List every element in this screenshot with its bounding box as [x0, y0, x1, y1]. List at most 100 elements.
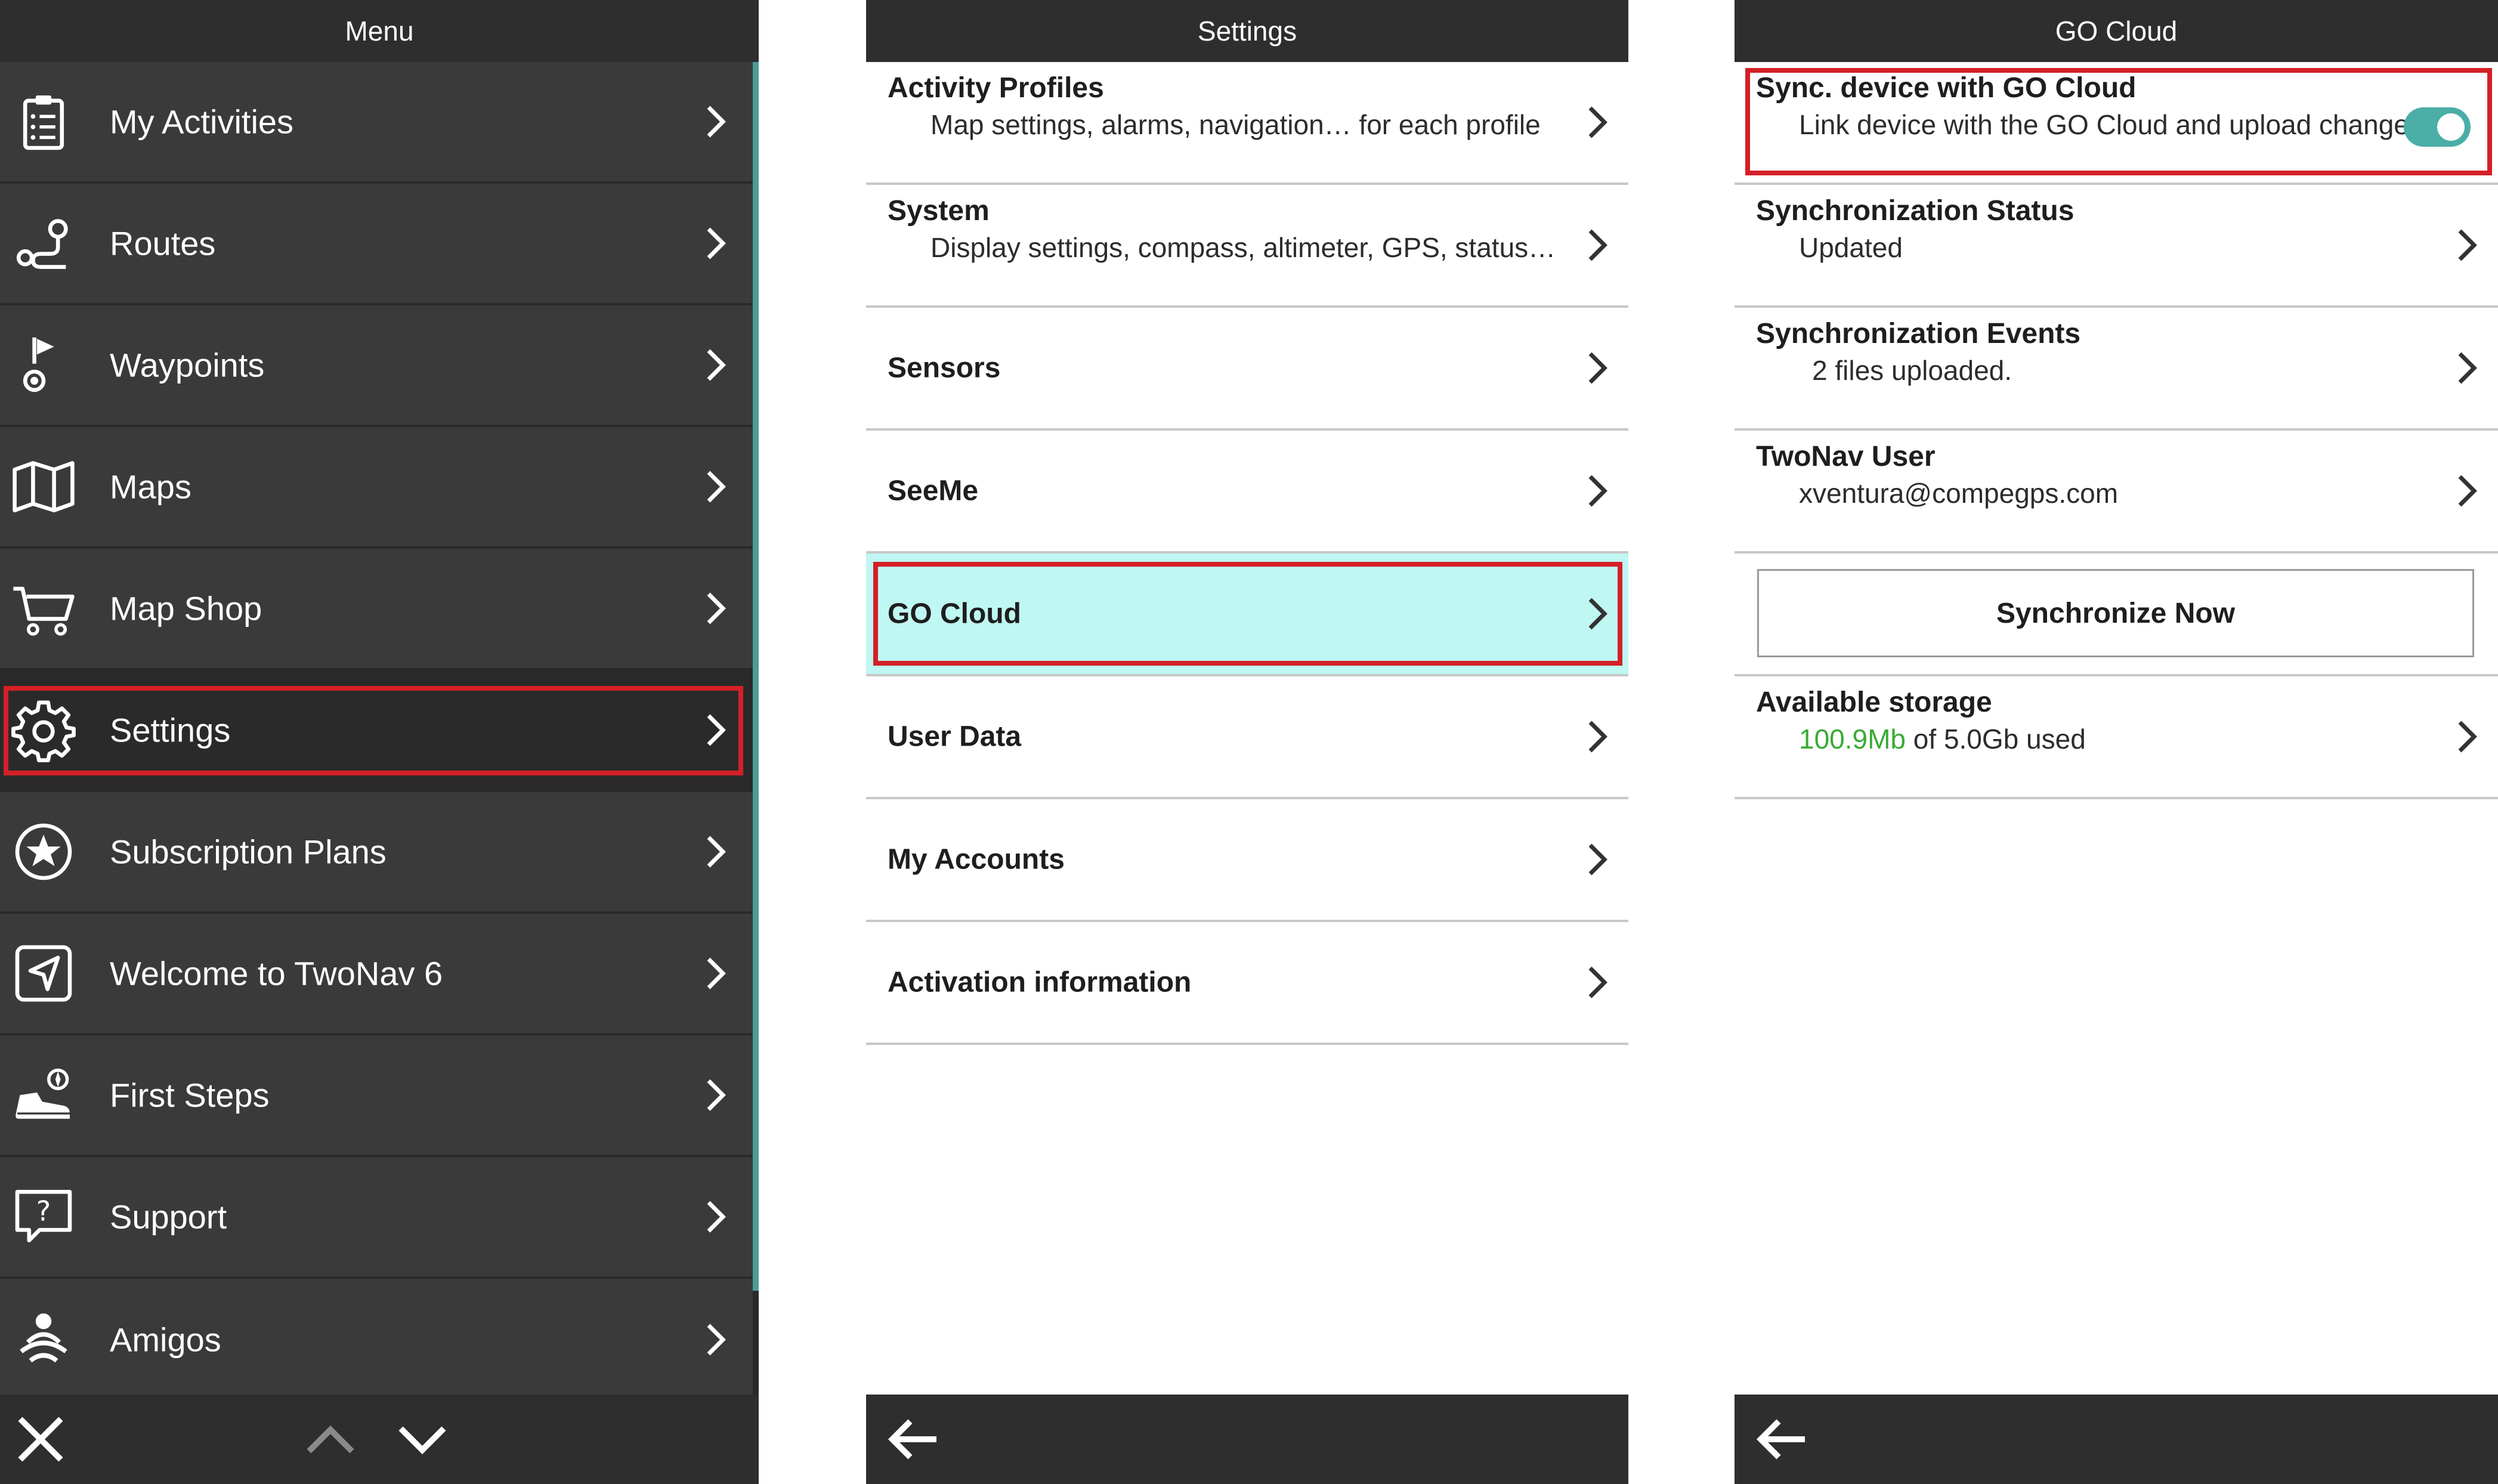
sync-events-row[interactable]: Synchronization Events 2 files uploaded.	[1735, 308, 2498, 431]
menu-scrollbar[interactable]	[753, 62, 759, 1395]
star-icon	[15, 823, 72, 880]
settings-item-go-cloud[interactable]: GO Cloud	[866, 554, 1628, 676]
chevron-right-icon	[707, 1201, 726, 1233]
menu-item-maps[interactable]: Maps	[0, 427, 753, 549]
menu-item-label: Welcome to TwoNav 6	[110, 954, 443, 993]
settings-item-activation-information[interactable]: Activation information	[866, 922, 1628, 1045]
storage-total-text: of 5.0Gb used	[1906, 724, 2086, 755]
map-icon	[13, 461, 75, 512]
menu-item-label: Support	[110, 1198, 227, 1236]
settings-header: Settings	[866, 0, 1628, 62]
twonav-user-email: xventura@compegps.com	[1799, 478, 2119, 509]
settings-item-title: Activity Profiles	[888, 72, 1104, 104]
sync-status-value: Updated	[1799, 232, 1903, 263]
available-storage-value: 100.9Mb of 5.0Gb used	[1799, 723, 2086, 755]
synchronize-now-button[interactable]: Synchronize Now	[1757, 569, 2474, 657]
menu-item-subscription-plans[interactable]: Subscription Plans	[0, 792, 753, 914]
settings-item-subtitle: Display settings, compass, altimeter, GP…	[930, 232, 1556, 263]
sync-events-value: 2 files uploaded.	[1812, 355, 2012, 386]
chevron-up-icon[interactable]	[301, 1409, 360, 1469]
chevron-right-icon	[707, 836, 726, 868]
settings-item-title: SeeMe	[888, 475, 979, 507]
close-icon[interactable]	[11, 1409, 70, 1469]
menu-item-support[interactable]: ? Support	[0, 1157, 753, 1279]
gocloud-list: Sync. device with GO Cloud Link device w…	[1735, 62, 2498, 799]
cart-icon	[13, 586, 75, 636]
available-storage-title: Available storage	[1756, 687, 1992, 718]
twonav-user-row[interactable]: TwoNav User xventura@compegps.com	[1735, 431, 2498, 554]
back-arrow-icon[interactable]	[884, 1409, 944, 1469]
settings-item-my-accounts[interactable]: My Accounts	[866, 799, 1628, 922]
menu-item-first-steps[interactable]: First Steps	[0, 1035, 753, 1157]
navigation-icon	[15, 945, 72, 1002]
chevron-down-icon[interactable]	[392, 1409, 452, 1469]
gear-icon	[11, 700, 76, 762]
menu-footer	[0, 1395, 759, 1484]
route-icon	[16, 219, 68, 269]
available-storage-row[interactable]: Available storage 100.9Mb of 5.0Gb used	[1735, 676, 2498, 799]
menu-item-my-activities[interactable]: My Activities	[0, 62, 753, 184]
settings-title: Settings	[1197, 16, 1297, 47]
menu-item-label: Maps	[110, 468, 191, 506]
menu-title: Menu	[345, 16, 414, 47]
settings-list: Activity Profiles Map settings, alarms, …	[866, 62, 1628, 1045]
gocloud-footer	[1735, 1395, 2498, 1484]
back-arrow-icon[interactable]	[1752, 1409, 1812, 1469]
storage-used-amount: 100.9Mb	[1799, 724, 1906, 755]
sync-device-toggle[interactable]	[2404, 107, 2471, 147]
sync-device-title: Sync. device with GO Cloud	[1756, 72, 2137, 104]
svg-text:?: ?	[36, 1195, 51, 1228]
boot-icon	[16, 1068, 70, 1119]
chevron-right-icon	[707, 349, 726, 381]
menu-item-map-shop[interactable]: Map Shop	[0, 549, 753, 670]
chevron-right-icon	[1588, 598, 1607, 630]
menu-header: Menu	[0, 0, 759, 62]
chevron-right-icon	[1588, 475, 1607, 507]
sync-status-row[interactable]: Synchronization Status Updated	[1735, 185, 2498, 308]
gocloud-header: GO Cloud	[1735, 0, 2498, 62]
amigos-icon	[20, 1313, 67, 1363]
menu-scrollbar-thumb[interactable]	[753, 62, 759, 1291]
chevron-right-icon	[1588, 721, 1607, 753]
gocloud-panel: GO Cloud Sync. device with GO Cloud Link…	[1735, 0, 2498, 1484]
twonav-user-title: TwoNav User	[1756, 441, 1936, 472]
settings-item-title: GO Cloud	[888, 598, 1021, 630]
settings-item-title: System	[888, 195, 990, 227]
settings-item-user-data[interactable]: User Data	[866, 676, 1628, 799]
menu-item-settings[interactable]: Settings	[0, 670, 753, 792]
menu-item-welcome[interactable]: Welcome to TwoNav 6	[0, 914, 753, 1035]
settings-item-subtitle: Map settings, alarms, navigation… for ea…	[930, 109, 1541, 140]
settings-item-activity-profiles[interactable]: Activity Profiles Map settings, alarms, …	[866, 62, 1628, 185]
menu-item-routes[interactable]: Routes	[0, 184, 753, 305]
chevron-right-icon	[1588, 843, 1607, 876]
chevron-right-icon	[1588, 352, 1607, 384]
settings-item-title: Sensors	[888, 352, 1001, 384]
menu-item-label: First Steps	[110, 1076, 270, 1114]
chevron-right-icon	[1588, 229, 1607, 261]
waypoint-icon	[23, 337, 54, 392]
sync-device-subtitle: Link device with the GO Cloud and upload…	[1799, 109, 2423, 140]
menu-item-waypoints[interactable]: Waypoints	[0, 305, 753, 427]
chevron-right-icon	[707, 106, 726, 138]
chevron-right-icon	[707, 1324, 726, 1356]
help-icon: ?	[15, 1189, 72, 1242]
menu-item-label: Map Shop	[110, 589, 262, 627]
chevron-right-icon	[707, 714, 726, 746]
settings-footer	[866, 1395, 1628, 1484]
settings-panel: Settings Activity Profiles Map settings,…	[866, 0, 1628, 1484]
sync-status-title: Synchronization Status	[1756, 195, 2075, 227]
sync-device-row[interactable]: Sync. device with GO Cloud Link device w…	[1735, 62, 2498, 185]
sync-events-title: Synchronization Events	[1756, 318, 2081, 350]
chevron-right-icon	[707, 471, 726, 503]
chevron-right-icon	[2458, 721, 2477, 753]
chevron-right-icon	[707, 227, 726, 259]
menu-item-label: Amigos	[110, 1321, 221, 1359]
settings-item-title: My Accounts	[888, 843, 1065, 876]
menu-item-label: Settings	[110, 711, 231, 749]
sync-now-row: Synchronize Now	[1735, 554, 2498, 676]
settings-item-system[interactable]: System Display settings, compass, altime…	[866, 185, 1628, 308]
settings-item-seeme[interactable]: SeeMe	[866, 431, 1628, 554]
chevron-right-icon	[1588, 106, 1607, 138]
menu-item-amigos[interactable]: Amigos	[0, 1279, 753, 1400]
settings-item-sensors[interactable]: Sensors	[866, 308, 1628, 431]
